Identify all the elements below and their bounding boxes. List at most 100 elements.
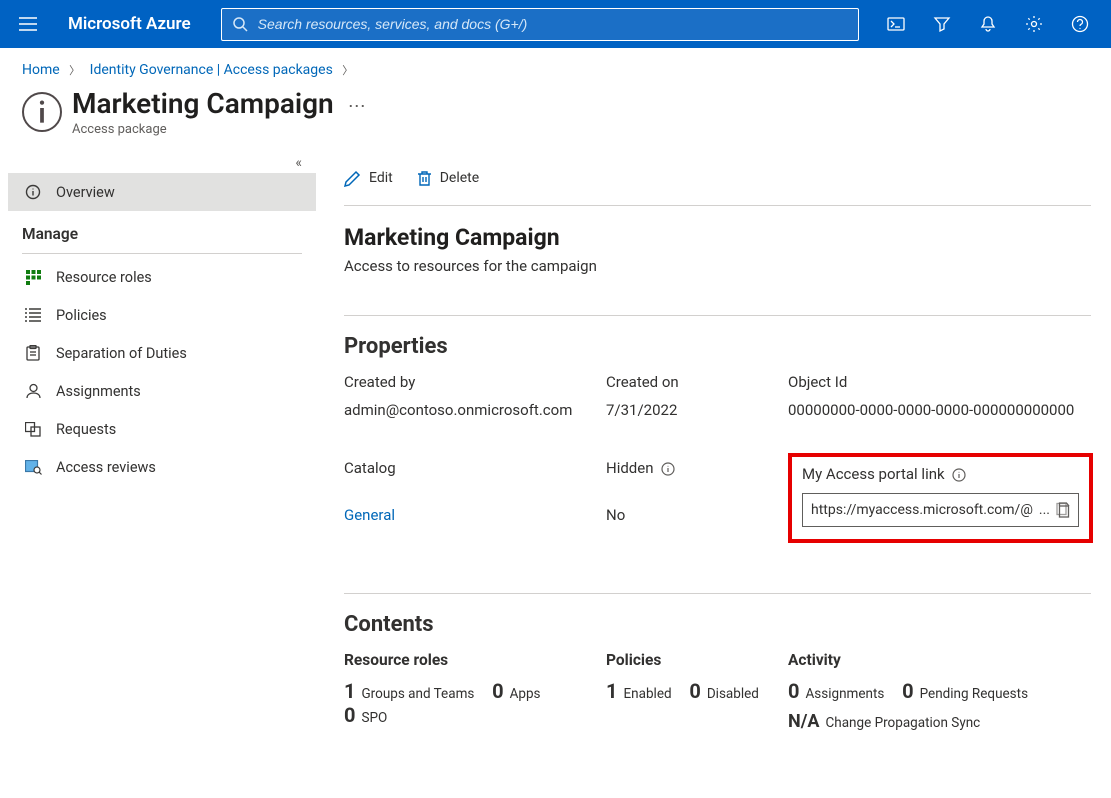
stat-label: Enabled xyxy=(623,686,671,702)
stat-label: Change Propagation Sync xyxy=(825,715,980,731)
sidebar-item-policies[interactable]: Policies xyxy=(8,296,316,334)
info-icon[interactable] xyxy=(952,468,966,482)
stat-value: 1 xyxy=(606,679,617,703)
contents-rr-stats: 1 Groups and Teams 0 Apps 0 SPO xyxy=(344,679,604,732)
sidebar-item-sod[interactable]: Separation of Duties xyxy=(8,334,316,372)
cloud-shell-icon[interactable] xyxy=(873,0,919,48)
contents-grid: Resource roles Policies Activity 1 Groups… xyxy=(344,651,1091,732)
hamburger-icon[interactable] xyxy=(8,0,48,48)
stat-value: 0 xyxy=(689,679,700,703)
cmd-label: Delete xyxy=(440,170,479,186)
search-icon xyxy=(232,16,248,32)
stat-label: Assignments xyxy=(805,686,884,702)
object-id-label: Object Id xyxy=(788,373,1093,391)
trash-icon xyxy=(417,170,432,187)
stat-value: N/A xyxy=(788,711,819,732)
list-icon xyxy=(22,308,44,322)
command-bar: Edit Delete xyxy=(344,157,1091,199)
chevron-right-icon: 〉 xyxy=(342,64,353,77)
stat-value: 0 xyxy=(492,679,503,703)
stat-value: 0 xyxy=(788,679,799,703)
object-id-value: 00000000-0000-0000-0000-000000000000 xyxy=(788,401,1093,419)
sidebar-item-requests[interactable]: Requests xyxy=(8,410,316,448)
requests-icon xyxy=(22,422,44,437)
sidebar-item-label: Policies xyxy=(56,307,107,324)
stat-value: 0 xyxy=(902,679,913,703)
chevron-right-icon: 〉 xyxy=(69,64,80,77)
divider xyxy=(344,593,1091,594)
sidebar-item-label: Overview xyxy=(56,184,115,201)
hidden-label: Hidden xyxy=(606,459,786,496)
brand-label[interactable]: Microsoft Azure xyxy=(48,14,221,34)
stat-value: 1 xyxy=(344,679,355,703)
filter-icon[interactable] xyxy=(919,0,965,48)
divider xyxy=(344,315,1091,316)
sidebar-section-manage: Manage xyxy=(8,211,316,249)
delete-button[interactable]: Delete xyxy=(417,170,479,187)
sidebar-item-label: Requests xyxy=(56,421,116,438)
divider xyxy=(22,253,302,254)
page-header: Marketing Campaign Access package ⋯ xyxy=(0,82,1111,151)
page-title: Marketing Campaign xyxy=(72,88,334,120)
review-icon xyxy=(22,460,44,475)
contents-col-policies: Policies xyxy=(606,651,786,669)
breadcrumb-home[interactable]: Home xyxy=(22,62,60,78)
copy-icon[interactable] xyxy=(1056,502,1070,518)
catalog-value[interactable]: General xyxy=(344,506,604,543)
edit-button[interactable]: Edit xyxy=(344,170,393,187)
sidebar-item-assignments[interactable]: Assignments xyxy=(8,372,316,410)
created-on-value: 7/31/2022 xyxy=(606,401,786,419)
myaccess-link-field[interactable]: https://myaccess.microsoft.com/@ ... xyxy=(802,493,1079,527)
stat-label: SPO xyxy=(361,710,387,726)
catalog-label: Catalog xyxy=(344,459,604,496)
collapse-sidebar-icon[interactable]: « xyxy=(295,155,302,171)
myaccess-link-text: https://myaccess.microsoft.com/@ xyxy=(811,502,1033,518)
stat-label: Groups and Teams xyxy=(361,686,474,702)
clipboard-icon xyxy=(22,345,44,361)
stat-label: Disabled xyxy=(707,686,759,702)
contents-heading: Contents xyxy=(344,612,1091,637)
breadcrumb: Home 〉 Identity Governance | Access pack… xyxy=(0,48,1111,82)
help-icon[interactable] xyxy=(1057,0,1103,48)
content: Edit Delete Marketing Campaign Access to… xyxy=(316,151,1111,789)
created-by-label: Created by xyxy=(344,373,604,391)
hidden-value: No xyxy=(606,506,786,543)
summary-title: Marketing Campaign xyxy=(344,224,1091,251)
created-by-value: admin@contoso.onmicrosoft.com xyxy=(344,401,604,419)
info-icon xyxy=(22,184,44,200)
sidebar-item-overview[interactable]: Overview xyxy=(8,173,316,211)
sidebar: « Overview Manage Resource roles Pol xyxy=(0,151,316,789)
stat-label: Apps xyxy=(510,686,541,702)
person-icon xyxy=(22,383,44,399)
sidebar-item-label: Assignments xyxy=(56,383,141,400)
search-input[interactable] xyxy=(258,16,848,32)
pencil-icon xyxy=(344,170,361,187)
more-actions-icon[interactable]: ⋯ xyxy=(348,96,366,117)
highlight-box: My Access portal link https://myaccess.m… xyxy=(788,453,1093,543)
cmd-label: Edit xyxy=(369,170,393,186)
properties-grid: Created by Created on Object Id admin@co… xyxy=(344,373,1091,543)
notifications-icon[interactable] xyxy=(965,0,1011,48)
contents-col-activity: Activity xyxy=(788,651,1091,669)
sidebar-item-access-reviews[interactable]: Access reviews xyxy=(8,448,316,486)
info-icon[interactable] xyxy=(661,462,675,476)
sidebar-item-label: Access reviews xyxy=(56,459,156,476)
summary-desc: Access to resources for the campaign xyxy=(344,257,1091,275)
info-circle-icon xyxy=(22,92,62,132)
sidebar-item-resource-roles[interactable]: Resource roles xyxy=(8,258,316,296)
sidebar-item-label: Resource roles xyxy=(56,269,152,286)
myaccess-cell: My Access portal link https://myaccess.m… xyxy=(788,459,1093,543)
stat-label: Pending Requests xyxy=(920,686,1028,702)
breadcrumb-ig[interactable]: Identity Governance | Access packages xyxy=(90,62,333,78)
contents-policy-stats: 1 Enabled 0 Disabled xyxy=(606,679,786,732)
created-on-label: Created on xyxy=(606,373,786,391)
sidebar-item-label: Separation of Duties xyxy=(56,345,187,362)
settings-icon[interactable] xyxy=(1011,0,1057,48)
myaccess-label: My Access portal link xyxy=(802,465,1079,483)
stat-value: 0 xyxy=(344,703,355,727)
contents-col-rr: Resource roles xyxy=(344,651,604,669)
page-subtitle: Access package xyxy=(72,122,334,137)
global-search[interactable] xyxy=(221,8,859,41)
grid-icon xyxy=(22,270,44,285)
top-action-icons xyxy=(873,0,1103,48)
